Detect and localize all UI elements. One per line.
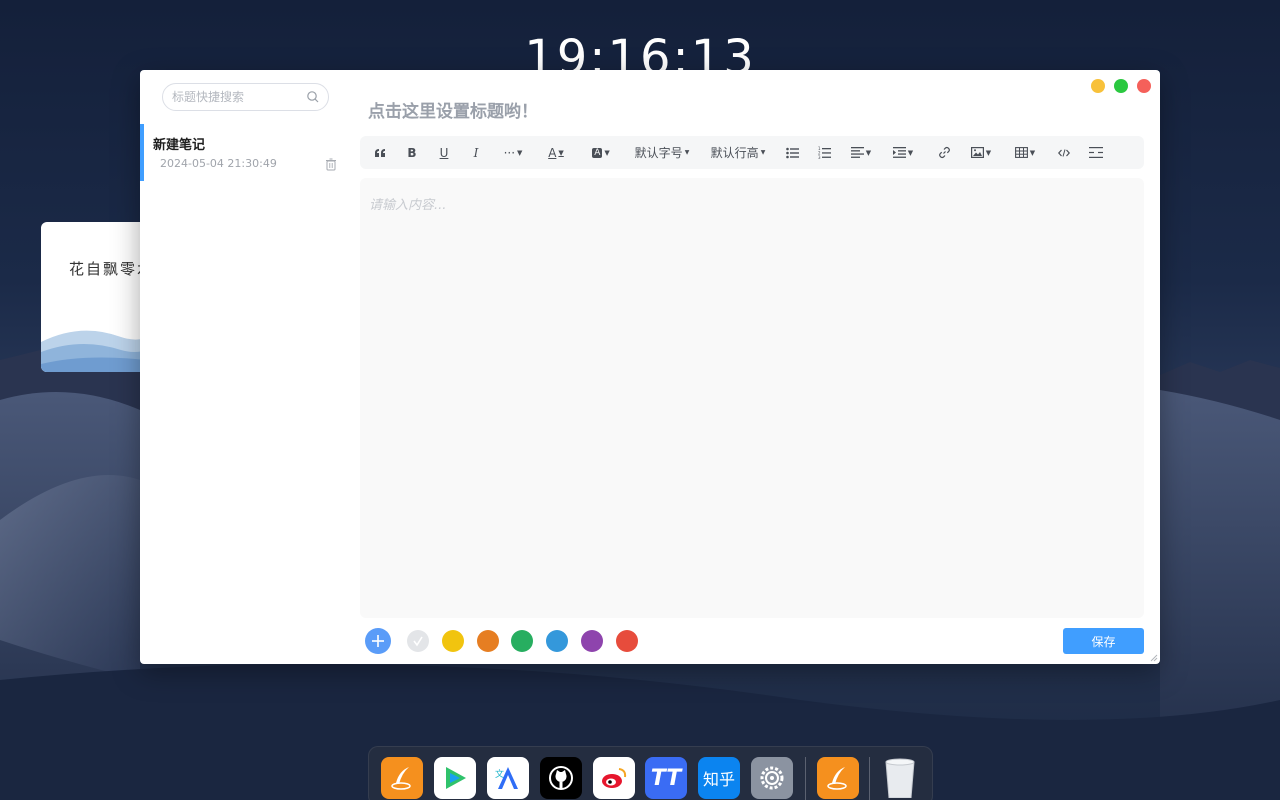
search-box[interactable] bbox=[162, 83, 329, 111]
color-swatch-gray[interactable] bbox=[407, 630, 429, 652]
background-color-button[interactable]: A ▼ bbox=[588, 136, 614, 169]
link-icon bbox=[938, 146, 950, 159]
trash-bin-icon[interactable] bbox=[879, 757, 921, 799]
maximize-button[interactable] bbox=[1114, 79, 1128, 93]
bg-color-label: A bbox=[592, 147, 603, 158]
link-button[interactable] bbox=[934, 136, 954, 169]
font-size-label: 默认字号 bbox=[634, 146, 683, 160]
align-button[interactable]: ▼ bbox=[848, 136, 874, 169]
italic-button[interactable]: I bbox=[466, 136, 486, 169]
selected-indicator bbox=[140, 124, 144, 181]
code-button[interactable] bbox=[1054, 136, 1074, 169]
font-color-label: A bbox=[548, 145, 557, 160]
code-icon bbox=[1058, 148, 1070, 157]
more-label: ··· bbox=[503, 145, 516, 160]
line-height-label: 默认行高 bbox=[710, 146, 759, 160]
close-button[interactable] bbox=[1137, 79, 1151, 93]
quote-button[interactable] bbox=[370, 136, 390, 169]
ordered-list-button[interactable]: 1 2 3 bbox=[814, 136, 834, 169]
notes-sidebar: 新建笔记 2024-05-04 21:30:49 bbox=[140, 70, 344, 664]
notes-app-icon[interactable] bbox=[381, 757, 423, 799]
bullet-list-button[interactable] bbox=[782, 136, 802, 169]
table-button[interactable]: ▼ bbox=[1012, 136, 1038, 169]
plus-icon bbox=[372, 635, 384, 647]
translate-icon[interactable]: 文 bbox=[487, 757, 529, 799]
divider-button[interactable] bbox=[1086, 136, 1106, 169]
zhihu-icon[interactable]: 知乎 bbox=[698, 757, 740, 799]
note-title: 新建笔记 bbox=[153, 138, 206, 153]
dock-separator bbox=[869, 757, 870, 800]
svg-text:文: 文 bbox=[495, 768, 504, 780]
search-input[interactable] bbox=[172, 84, 307, 110]
add-note-button[interactable] bbox=[365, 628, 391, 654]
notes-app-icon-running[interactable] bbox=[817, 757, 859, 799]
line-height-select[interactable]: 默认行高 ▼ bbox=[710, 136, 766, 169]
typora-tt-icon[interactable]: TT bbox=[645, 757, 687, 799]
content-editor[interactable]: 请输入内容... bbox=[360, 178, 1144, 618]
font-size-select[interactable]: 默认字号 ▼ bbox=[634, 136, 690, 169]
github-icon[interactable] bbox=[540, 757, 582, 799]
quote-icon bbox=[375, 148, 385, 157]
indent-icon bbox=[892, 147, 906, 158]
color-swatch-orange[interactable] bbox=[477, 630, 499, 652]
dock: 文 TT 知乎 bbox=[368, 746, 933, 800]
color-swatch-green[interactable] bbox=[511, 630, 533, 652]
delete-note-icon[interactable] bbox=[324, 157, 338, 171]
notes-window: 新建笔记 2024-05-04 21:30:49 点击这里设置标题哟！ B U … bbox=[140, 70, 1160, 664]
ordered-list-icon: 1 2 3 bbox=[818, 146, 831, 159]
editor-toolbar: B U I ··· ▼ A ▼ A ▼ 默认字号 ▼ 默认行高 ▼ 1 2 3 … bbox=[360, 136, 1144, 169]
editor-footer: 保存 bbox=[360, 627, 1144, 655]
search-icon[interactable] bbox=[306, 90, 320, 104]
divider-icon bbox=[1089, 147, 1103, 158]
underline-button[interactable]: U bbox=[434, 136, 454, 169]
note-list-item[interactable]: 新建笔记 2024-05-04 21:30:49 bbox=[140, 124, 344, 181]
bullet-list-icon bbox=[785, 147, 799, 158]
color-swatch-purple[interactable] bbox=[581, 630, 603, 652]
content-placeholder: 请输入内容... bbox=[369, 198, 447, 213]
check-icon bbox=[413, 636, 423, 647]
note-date: 2024-05-04 21:30:49 bbox=[160, 157, 277, 170]
resize-handle-icon[interactable] bbox=[1150, 654, 1158, 662]
save-button[interactable]: 保存 bbox=[1063, 628, 1144, 654]
video-player-icon[interactable] bbox=[434, 757, 476, 799]
svg-text:3: 3 bbox=[818, 155, 821, 159]
indent-button[interactable]: ▼ bbox=[890, 136, 916, 169]
minimize-button[interactable] bbox=[1091, 79, 1105, 93]
bold-button[interactable]: B bbox=[402, 136, 422, 169]
color-swatch-yellow[interactable] bbox=[442, 630, 464, 652]
weibo-icon[interactable] bbox=[593, 757, 635, 799]
table-icon bbox=[1014, 147, 1028, 158]
image-button[interactable]: ▼ bbox=[968, 136, 994, 169]
dock-separator bbox=[805, 757, 806, 800]
color-swatch-red[interactable] bbox=[616, 630, 638, 652]
image-icon bbox=[970, 147, 984, 158]
align-icon bbox=[850, 147, 864, 158]
more-format-button[interactable]: ··· ▼ bbox=[500, 136, 526, 169]
note-title-input[interactable]: 点击这里设置标题哟！ bbox=[368, 97, 538, 122]
settings-icon[interactable] bbox=[751, 757, 793, 799]
font-color-button[interactable]: A ▼ bbox=[544, 136, 568, 169]
color-swatch-blue[interactable] bbox=[546, 630, 568, 652]
